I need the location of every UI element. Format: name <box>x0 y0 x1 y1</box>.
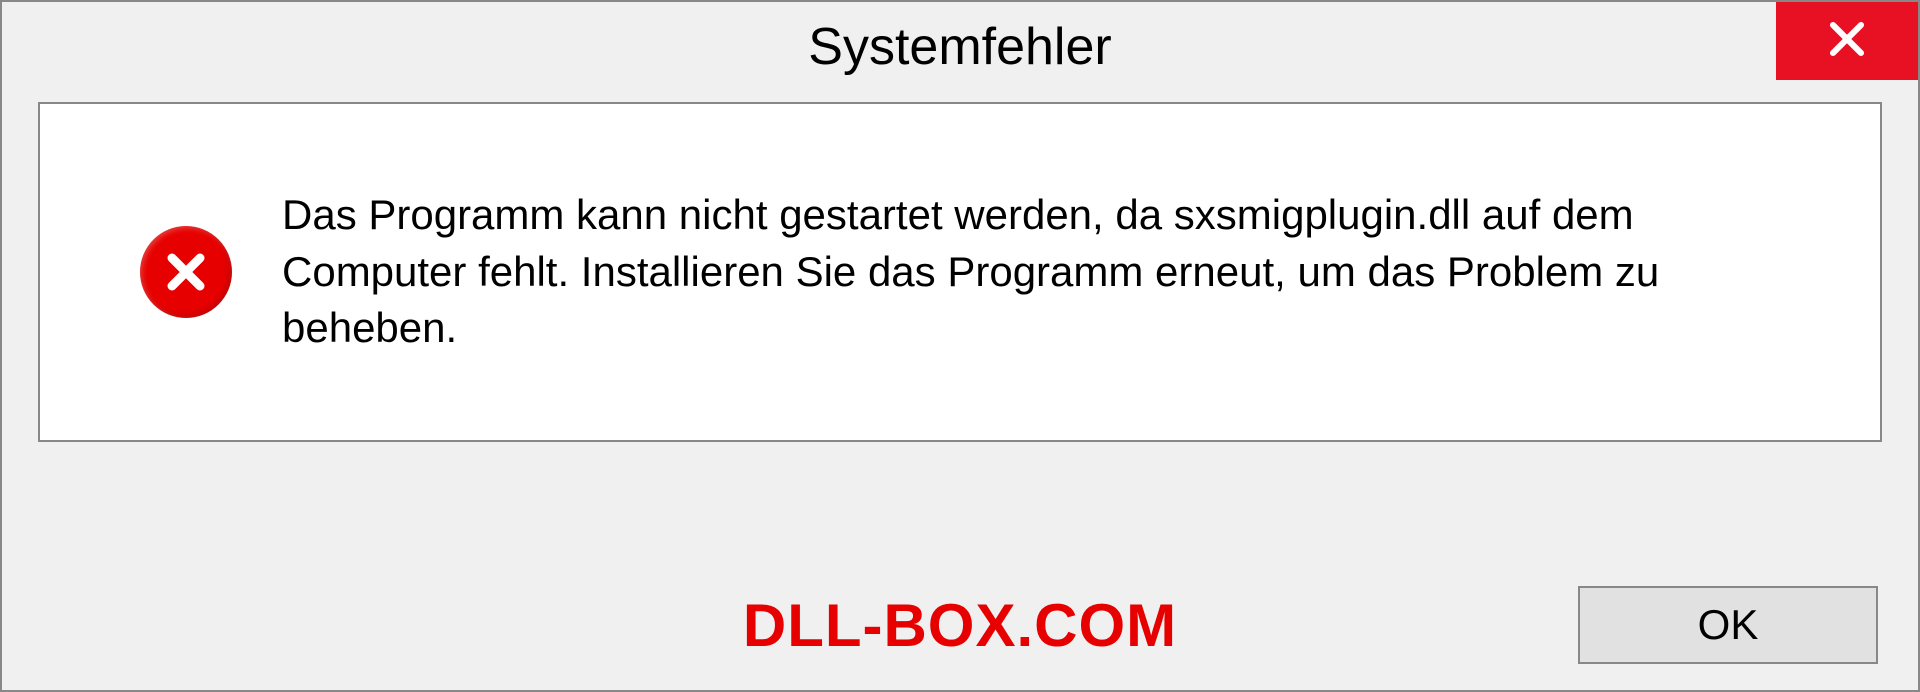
watermark-text: DLL-BOX.COM <box>743 591 1177 660</box>
error-message: Das Programm kann nicht gestartet werden… <box>282 187 1782 357</box>
error-circle-x-icon <box>140 226 232 318</box>
ok-button-label: OK <box>1698 601 1759 649</box>
error-icon-wrap <box>140 226 232 318</box>
titlebar: Systemfehler <box>2 2 1918 92</box>
content-area: Das Programm kann nicht gestartet werden… <box>38 102 1882 442</box>
ok-button[interactable]: OK <box>1578 586 1878 664</box>
close-button[interactable] <box>1776 2 1918 80</box>
dialog-title: Systemfehler <box>808 17 1111 77</box>
footer: DLL-BOX.COM OK <box>2 560 1918 690</box>
error-dialog: Systemfehler Das Programm kann nicht ges… <box>0 0 1920 692</box>
close-icon <box>1826 18 1868 65</box>
